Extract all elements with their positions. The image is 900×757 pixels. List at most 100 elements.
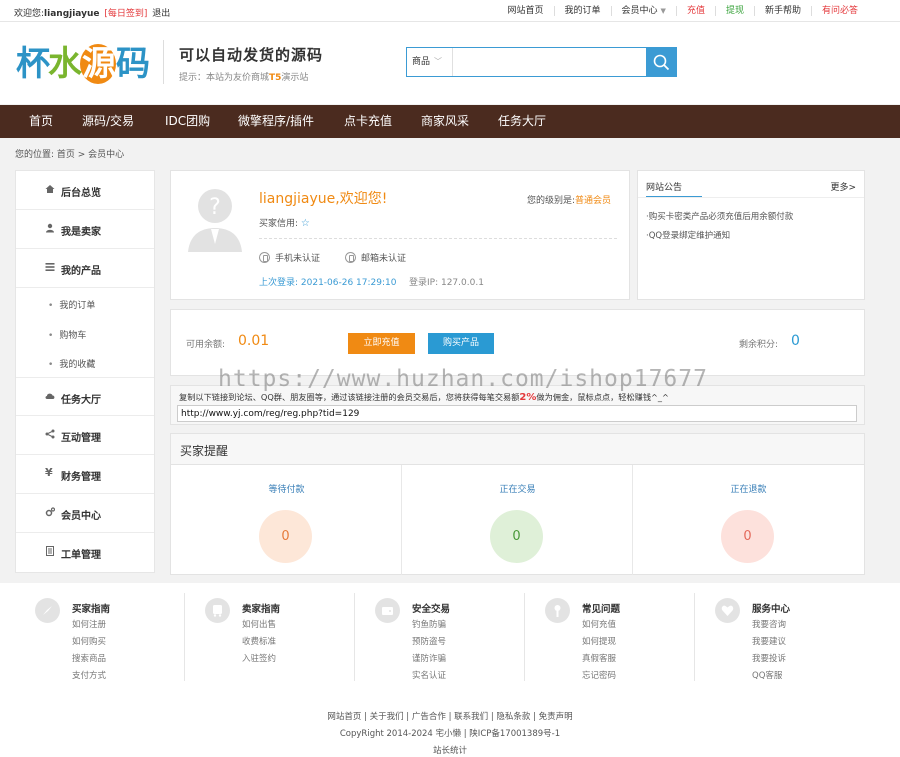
logout-link[interactable]: 退出 (152, 9, 170, 19)
email-auth-status[interactable]: 邮箱未认证 (345, 251, 406, 264)
count-badge: 0 (721, 510, 774, 563)
login-ip: 登录IP: 127.0.0.1 (409, 278, 484, 288)
reminder-title: 买家提醒 (180, 444, 229, 458)
user-icon (46, 223, 54, 233)
top-link-qa[interactable]: 有问必答 (810, 6, 868, 16)
buyer-reminder-panel: 买家提醒 等待付款 0 正在交易 0 正在退款 0 (170, 433, 865, 575)
chevron-down-icon: ﹀ (434, 57, 443, 66)
nav-task-hall[interactable]: 任务大厅 (498, 105, 546, 138)
referral-link-field[interactable] (177, 405, 857, 422)
user-greeting: liangjiayue,欢迎您! (259, 191, 388, 207)
count-badge: 0 (259, 510, 312, 563)
sidebar-item-overview[interactable]: 后台总览 (16, 171, 154, 210)
reminder-in-trade[interactable]: 正在交易 0 (402, 465, 633, 575)
nav-source-trade[interactable]: 源码/交易 (82, 105, 134, 138)
footer-col-seller-guide: 卖家指南 如何出售 收费标准 入驻签约 (185, 593, 355, 681)
heart-icon (715, 598, 740, 623)
points-label: 剩余积分: (739, 340, 779, 350)
bus-icon (205, 598, 230, 623)
footer-stats-link[interactable]: 站长统计 (0, 744, 900, 756)
phone-icon (259, 252, 270, 263)
footer-col-safe-trade: 安全交易 钓鱼防骗 预防盗号 谨防诈骗 实名认证 (355, 593, 525, 681)
sidebar-sub-orders[interactable]: 我的订单 (48, 298, 95, 311)
nav-idc[interactable]: IDC团购 (165, 105, 210, 138)
welcome-area: 欢迎您:liangjiayue [每日签到] 退出 (14, 6, 170, 19)
top-username[interactable]: liangjiayue (44, 9, 99, 19)
top-link-home[interactable]: 网站首页 (498, 6, 554, 16)
site-slogan: 可以自动发货的源码 (179, 46, 324, 64)
top-link-withdraw[interactable]: 提现 (714, 6, 754, 16)
nav-merchants[interactable]: 商家风采 (421, 105, 469, 138)
top-link-orders[interactable]: 我的订单 (553, 6, 611, 16)
wrench-icon (545, 598, 570, 623)
top-links: 网站首页 我的订单 会员中心 ▼ 充值 提现 新手帮助 有问必答 (498, 0, 869, 22)
recharge-button[interactable]: 立即充值 (348, 333, 415, 354)
daily-sign-in-link[interactable]: [每日签到] (104, 9, 147, 19)
points-value: 0 (791, 333, 800, 349)
footer-links[interactable]: 网站首页 | 关于我们 | 广告合作 | 联系我们 | 隐私条款 | 免责声明 (0, 710, 900, 722)
reminder-header: 买家提醒 (171, 434, 864, 465)
chevron-down-icon: ▼ (660, 7, 666, 15)
top-link-member-center[interactable]: 会员中心 ▼ (610, 6, 676, 16)
watermark: https://www.huzhan.com/ishop17677 (218, 366, 708, 392)
footer-col-buyer-guide: 买家指南 如何注册 如何购买 搜索商品 支付方式 (15, 593, 185, 681)
wallet-icon (375, 598, 400, 623)
search-category-select[interactable]: 商品 ﹀ (407, 48, 453, 76)
top-link-help[interactable]: 新手帮助 (753, 6, 811, 16)
share-icon (45, 429, 55, 439)
phone-auth-status[interactable]: 手机未认证 (259, 251, 320, 264)
slogan-divider (163, 40, 164, 84)
star-icon: ☆ (300, 218, 310, 229)
referral-text: 复制以下链接到论坛、QQ群、朋友圈等，通过该链接注册的会员交易后，您将获得每笔交… (179, 392, 669, 403)
balance-value: 0.01 (238, 333, 270, 349)
footer-col-faq: 常见问题 如何充值 如何提现 真假客服 忘记密码 (525, 593, 695, 681)
cloud-icon (45, 393, 55, 399)
buy-products-button[interactable]: 购买产品 (428, 333, 494, 354)
nav-home[interactable]: 首页 (29, 105, 53, 138)
yen-icon: ¥ (45, 466, 53, 479)
notice-panel: 网站公告 更多> ·购买卡密类产品必须充值后用余额付款 ·QQ登录绑定维护通知 (637, 170, 865, 300)
site-logo[interactable]: 杯水源码 (16, 38, 150, 90)
sidebar-item-tasks[interactable]: 任务大厅 (16, 377, 154, 416)
member-center-label: 会员中心 (621, 6, 658, 16)
user-level: 您的级别是:普通会员 (527, 196, 612, 206)
compass-icon (35, 598, 60, 623)
notice-title: 网站公告 (646, 183, 683, 193)
nav-card-recharge[interactable]: 点卡充值 (344, 105, 392, 138)
sidebar-item-products[interactable]: 我的产品 (16, 249, 154, 288)
notice-more-link[interactable]: 更多> (830, 180, 856, 193)
breadcrumb: 您的位置: 首页 > 会员中心 (15, 150, 125, 160)
footer-col-service: 服务中心 我要咨询 我要建议 我要投诉 QQ客服 (695, 593, 865, 681)
balance-label: 可用余额: (186, 340, 226, 350)
sidebar-sub-cart[interactable]: 购物车 (48, 328, 86, 341)
sidebar: 后台总览 我是卖家 我的产品 我的订单 购物车 我的收藏 任务大厅 互动管理 ¥… (15, 170, 155, 573)
divider (259, 238, 617, 239)
user-info-panel: ? liangjiayue,欢迎您! 您的级别是:普通会员 买家信用: ☆ 手机… (170, 170, 630, 300)
notice-item[interactable]: ·购买卡密类产品必须充值后用余额付款 (646, 210, 793, 222)
footer-copyright: CopyRight 2014-2024 宅小懒 | 陕ICP备17001389号… (339, 729, 561, 739)
nav-weiqing[interactable]: 微擎程序/插件 (238, 105, 314, 138)
site-tip: 提示：本站为友价商城T5演示站 (179, 73, 309, 83)
sidebar-item-finance[interactable]: ¥ 财务管理 (16, 455, 154, 494)
search-input[interactable] (455, 50, 645, 74)
last-login: 上次登录: 2021-06-26 17:29:10 (259, 278, 397, 288)
reminder-refunding[interactable]: 正在退款 0 (633, 465, 864, 575)
gear-icon (45, 507, 55, 517)
sidebar-item-tickets[interactable]: 工单管理 (16, 533, 154, 572)
document-icon (46, 546, 54, 556)
search-button[interactable] (646, 47, 677, 77)
count-badge: 0 (490, 510, 543, 563)
reminder-awaiting-payment[interactable]: 等待付款 0 (171, 465, 402, 575)
top-link-recharge[interactable]: 充值 (675, 6, 715, 16)
sidebar-item-seller[interactable]: 我是卖家 (16, 210, 154, 249)
footer: 买家指南 如何注册 如何购买 搜索商品 支付方式 卖家指南 如何出售 收费标准 … (0, 583, 900, 757)
email-icon (345, 252, 356, 263)
svg-text:?: ? (209, 195, 221, 220)
top-bar: 欢迎您:liangjiayue [每日签到] 退出 网站首页 我的订单 会员中心… (0, 0, 900, 22)
sidebar-item-interaction[interactable]: 互动管理 (16, 416, 154, 455)
sidebar-item-member[interactable]: 会员中心 (16, 494, 154, 533)
main-nav: 首页 源码/交易 IDC团购 微擎程序/插件 点卡充值 商家风采 任务大厅 (0, 105, 900, 138)
sidebar-sub-favorites[interactable]: 我的收藏 (48, 357, 95, 370)
avatar[interactable]: ? (184, 184, 246, 252)
notice-item[interactable]: ·QQ登录绑定维护通知 (646, 229, 730, 241)
